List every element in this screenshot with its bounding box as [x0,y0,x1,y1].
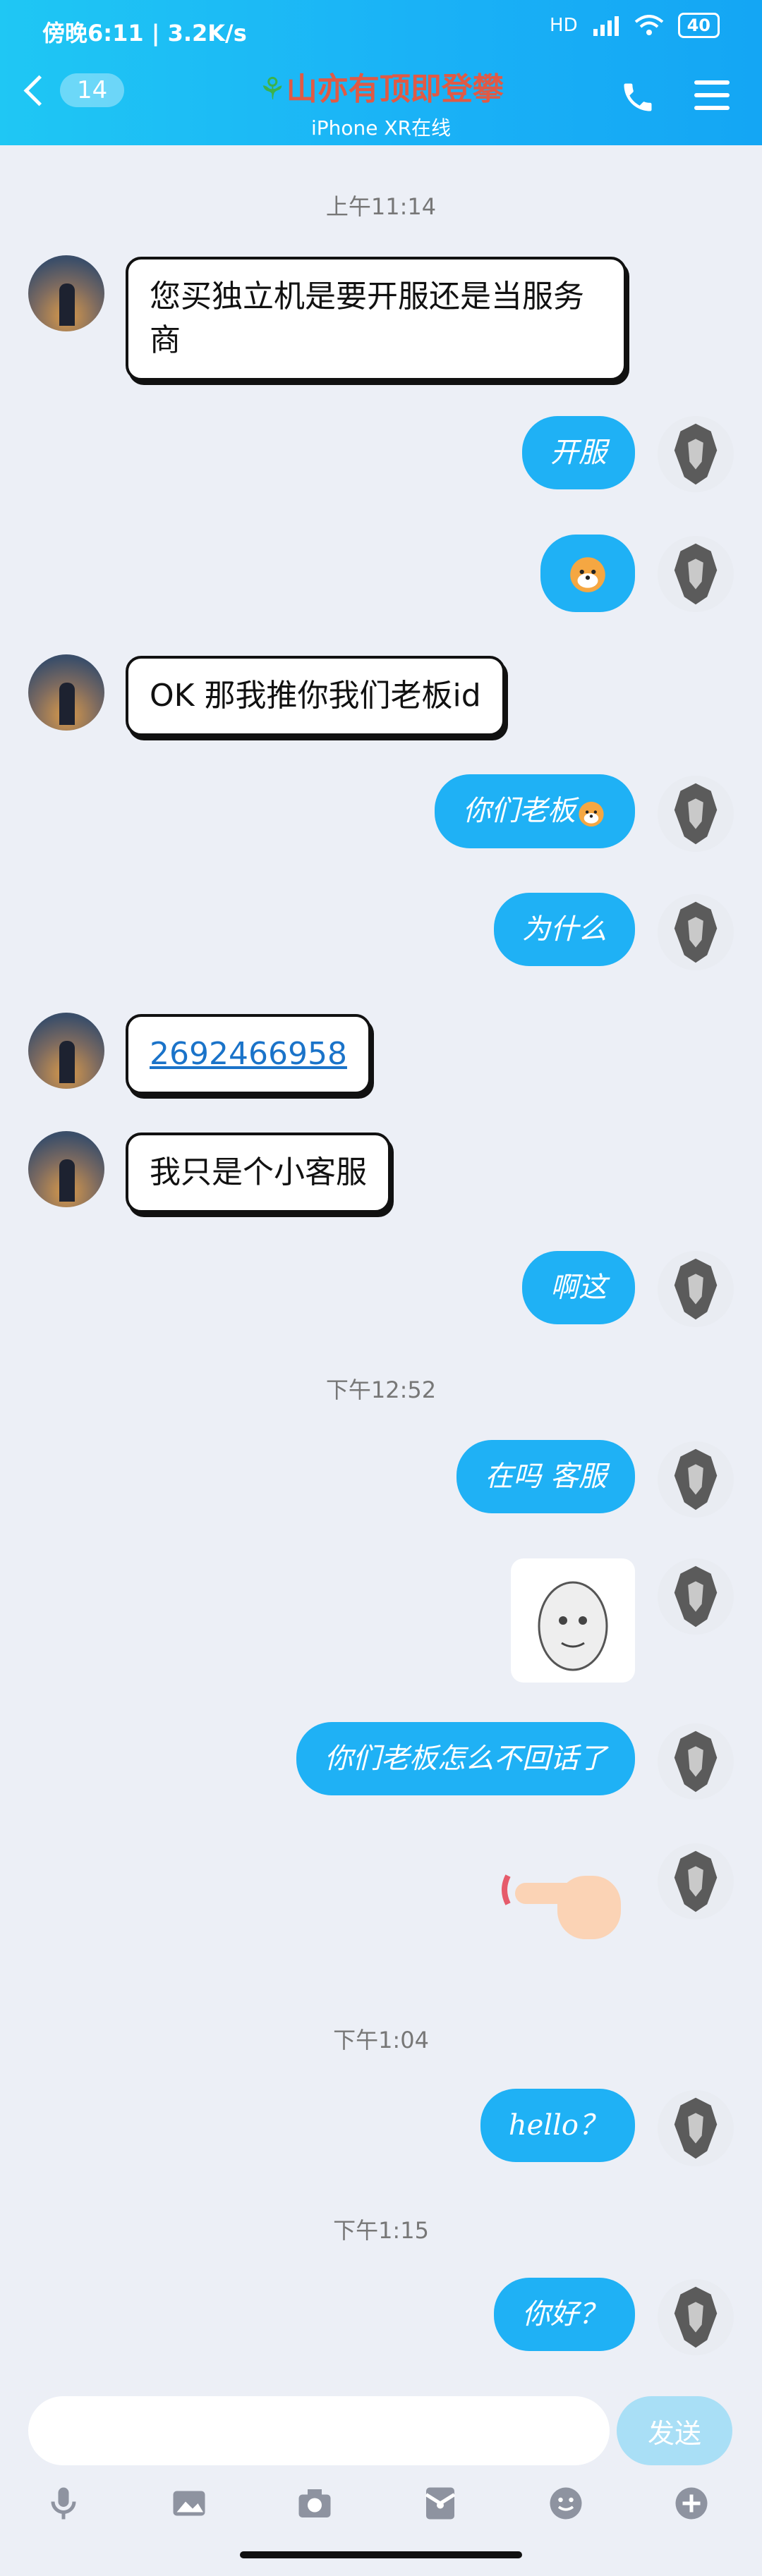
my-avatar[interactable] [658,894,734,970]
my-avatar[interactable] [658,2279,734,2355]
message-bubble-received[interactable]: OK 那我推你我们老板id [126,656,505,736]
my-avatar[interactable] [658,2090,734,2166]
battery-indicator: 40 [677,13,720,38]
message-bubble-sent[interactable]: 为什么 [494,893,635,966]
sticker-image[interactable] [511,1558,635,1683]
message-bubble-received[interactable]: 您买独立机是要开服还是当服务商 [126,257,627,381]
contact-name: 山亦有顶即登攀 [286,71,504,107]
shield-logo-icon [674,901,718,963]
shield-logo-icon [674,1258,718,1320]
shield-logo-icon [674,2286,718,2348]
online-status: iPhone XR在线 [310,116,452,140]
emoji-icon[interactable] [545,2482,587,2525]
message-bubble-received[interactable]: 2692466958 [126,1014,371,1094]
phone-icon[interactable] [619,79,656,116]
message-bubble-sent[interactable]: 开服 [522,416,635,489]
my-avatar[interactable] [658,1723,734,1800]
shield-logo-icon [674,543,718,605]
shield-logo-icon [674,423,718,485]
my-avatar[interactable] [658,1441,734,1518]
pointing-hand-icon[interactable] [494,1855,635,1946]
status-time: 傍晚6:11 | 3.2K/s [42,20,247,47]
timestamp: 下午1:04 [333,2027,429,2053]
signal-icon [593,16,619,36]
shield-logo-icon [674,1850,718,1912]
camera-icon[interactable] [294,2482,336,2525]
home-indicator[interactable] [240,2551,522,2558]
my-avatar[interactable] [658,776,734,852]
id-link[interactable]: 2692466958 [150,1036,347,1072]
menu-icon[interactable] [694,80,730,118]
contact-avatar[interactable] [28,1013,104,1089]
shield-logo-icon [674,2097,718,2159]
status-icons: HD 40 [550,13,720,38]
chat-header: 傍晚6:11 | 3.2K/s HD 40 14 ⚘山亦有顶即登攀 iPhone… [0,0,762,145]
network-label: HD [550,15,578,36]
timestamp: 上午11:14 [325,193,437,220]
my-avatar[interactable] [658,1558,734,1635]
message-bubble-sent[interactable]: 啊这 [522,1251,635,1324]
red-packet-icon[interactable] [419,2482,461,2525]
meme-face-icon [538,1581,608,1671]
my-avatar[interactable] [658,416,734,492]
shield-logo-icon [674,1565,718,1628]
input-toolbar [0,2482,762,2532]
shield-logo-icon [674,1730,718,1793]
contact-avatar[interactable] [28,255,104,331]
my-avatar[interactable] [658,1843,734,1919]
shield-logo-icon [674,783,718,845]
message-bubble-sent[interactable]: 你们老板怎么不回话了 [296,1722,635,1795]
shield-logo-icon [674,1448,718,1510]
image-icon[interactable] [168,2482,210,2525]
wifi-icon [634,15,663,35]
contact-avatar[interactable] [28,654,104,731]
dog-face-emoji-icon [570,557,605,592]
timestamp: 下午12:52 [325,1376,437,1403]
timestamp: 下午1:15 [333,2217,429,2244]
message-bubble-sent[interactable]: hello？ [480,2089,635,2162]
my-avatar[interactable] [658,1251,734,1327]
sprout-icon: ⚘ [258,71,286,107]
send-button[interactable]: 发送 [617,2396,732,2465]
plus-icon[interactable] [670,2482,713,2525]
message-text: 你们老板 [463,795,576,827]
dog-face-emoji-icon [579,801,604,827]
message-bubble-sent[interactable]: 你们老板 [435,774,635,848]
mic-icon[interactable] [42,2482,85,2525]
message-input[interactable] [28,2396,610,2465]
emoji-message-bubble[interactable] [540,535,635,612]
message-bubble-received[interactable]: 我只是个小客服 [126,1133,391,1213]
contact-avatar[interactable] [28,1131,104,1207]
my-avatar[interactable] [658,536,734,612]
message-bubble-sent[interactable]: 你好？ [494,2278,635,2351]
message-bubble-sent[interactable]: 在吗 客服 [456,1440,635,1513]
